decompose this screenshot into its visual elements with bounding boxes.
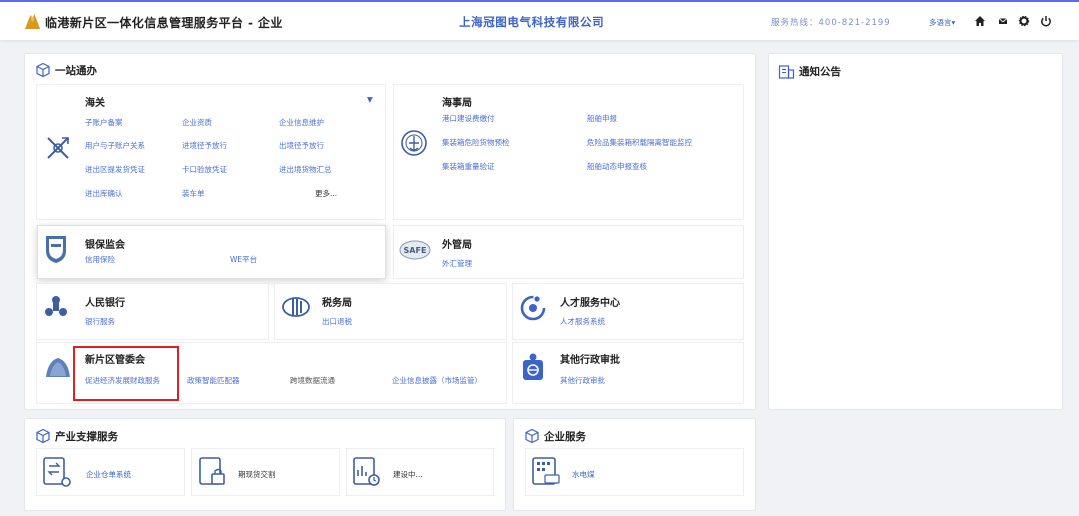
maritime-link[interactable]: 港口建设费缴付 <box>442 114 495 124</box>
banking-link[interactable]: 信用保险 <box>85 255 115 265</box>
customs-more-link[interactable]: 更多... <box>315 189 337 199</box>
enterprise-item-label: 水电煤 <box>572 470 595 479</box>
lingang-committee-logo-icon <box>46 358 70 377</box>
talent-center-logo-icon <box>520 295 546 321</box>
other-approval-title: 其他行政审批 <box>560 355 620 366</box>
banking-title: 银保监会 <box>85 240 125 251</box>
customs-link[interactable]: 企业信息维护 <box>279 118 324 128</box>
admin-approval-icon <box>523 353 543 380</box>
one-stop-header: 一站通办 <box>35 62 97 78</box>
cube-icon <box>36 62 50 78</box>
language-dropdown[interactable]: 多语言▾ <box>929 17 955 28</box>
service-hotline: 服务热线：400-821-2199 <box>771 18 891 28</box>
notice-title: 通知公告 <box>799 66 841 78</box>
under-construction-icon <box>353 457 380 486</box>
customs-link[interactable]: 出境径予放行 <box>279 141 324 151</box>
forex-card <box>393 225 744 279</box>
home-icon[interactable] <box>973 14 987 28</box>
enterprise-title: 企业服务 <box>544 430 586 443</box>
platform-title: 临港新片区一体化信息管理服务平台 - 企业 <box>45 16 283 30</box>
futures-delivery-icon <box>199 457 225 485</box>
maritime-emblem-icon <box>401 130 427 156</box>
customs-link[interactable]: 装车单 <box>182 189 205 199</box>
talent-title: 人才服务中心 <box>560 298 620 309</box>
top-bar: 临港新片区一体化信息管理服务平台 - 企业 上海冠图电气科技有限公司 服务热线：… <box>0 0 1079 40</box>
maritime-link[interactable]: 集装箱重量验证 <box>442 162 495 172</box>
notice-panel <box>768 53 1063 410</box>
industry-header: 产业支撑服务 <box>35 428 118 444</box>
customs-link[interactable]: 进出区提发货凭证 <box>85 165 145 175</box>
industry-item-label: 期现货交割 <box>238 470 276 479</box>
customs-link[interactable]: 卡口验放凭证 <box>182 165 227 175</box>
banking-link[interactable]: WE平台 <box>230 255 257 265</box>
cube-icon <box>36 428 50 444</box>
committee-link[interactable]: 跨境数据流通 <box>290 376 335 386</box>
industry-item-label: 建设中... <box>393 470 423 479</box>
mail-icon[interactable] <box>996 14 1010 28</box>
maritime-title: 海事局 <box>442 98 472 109</box>
customs-link[interactable]: 子账户备案 <box>85 118 123 128</box>
utilities-building-icon <box>532 457 560 485</box>
one-stop-title: 一站通办 <box>55 64 97 77</box>
customs-link[interactable]: 企业资质 <box>182 118 212 128</box>
maritime-link[interactable]: 船舶动态申报查核 <box>587 162 647 172</box>
svg-text:SAFE: SAFE <box>404 246 427 255</box>
tax-bureau-emblem-icon <box>282 297 310 317</box>
forex-title: 外管局 <box>442 240 472 251</box>
maritime-link[interactable]: 集装箱危险货物预检 <box>442 138 510 148</box>
dropdown-caret-icon[interactable]: ▼ <box>367 95 373 105</box>
power-icon[interactable] <box>1039 14 1053 28</box>
tax-link[interactable]: 出口退税 <box>322 317 352 327</box>
customs-link[interactable]: 进境径予放行 <box>182 141 227 151</box>
tax-title: 税务局 <box>322 298 352 309</box>
customs-title: 海关 <box>85 98 105 109</box>
customs-link[interactable]: 用户与子账户关系 <box>85 141 145 151</box>
pboc-link[interactable]: 银行服务 <box>85 317 115 327</box>
other-approval-link[interactable]: 其他行政审批 <box>560 376 605 386</box>
maritime-link[interactable]: 船舶申报 <box>587 114 617 124</box>
forex-emblem-icon: SAFE <box>399 240 431 260</box>
industry-item-label: 企业仓单系统 <box>86 470 131 479</box>
warehouse-receipt-icon <box>43 457 71 487</box>
customs-link[interactable]: 进出库确认 <box>85 189 123 199</box>
company-name: 上海冠图电气科技有限公司 <box>459 15 605 29</box>
committee-link[interactable]: 政策智能匹配器 <box>187 376 240 386</box>
enterprise-header: 企业服务 <box>524 428 586 444</box>
customs-emblem-icon <box>47 137 69 159</box>
banking-card <box>37 225 386 279</box>
forex-link[interactable]: 外汇管理 <box>442 259 472 269</box>
settings-icon[interactable] <box>1017 14 1031 28</box>
customs-link[interactable]: 进出境货物汇总 <box>279 165 332 175</box>
highlight-box <box>73 346 179 401</box>
central-bank-emblem-icon <box>45 296 67 316</box>
maritime-link[interactable]: 危险品集装箱积载隔离智能监控 <box>587 138 692 148</box>
pboc-title: 人民银行 <box>85 298 125 309</box>
notice-building-icon <box>778 65 795 79</box>
cube-icon <box>525 428 539 444</box>
talent-link[interactable]: 人才服务系统 <box>560 317 605 327</box>
industry-title: 产业支撑服务 <box>55 430 118 443</box>
pboc-card <box>36 283 269 340</box>
other-approval-card <box>512 342 744 404</box>
committee-link[interactable]: 企业信息披露（市场监管） <box>392 376 490 386</box>
platform-logo <box>24 13 41 30</box>
notice-header: 通知公告 <box>778 63 841 80</box>
banking-regulator-shield-icon <box>46 236 66 263</box>
